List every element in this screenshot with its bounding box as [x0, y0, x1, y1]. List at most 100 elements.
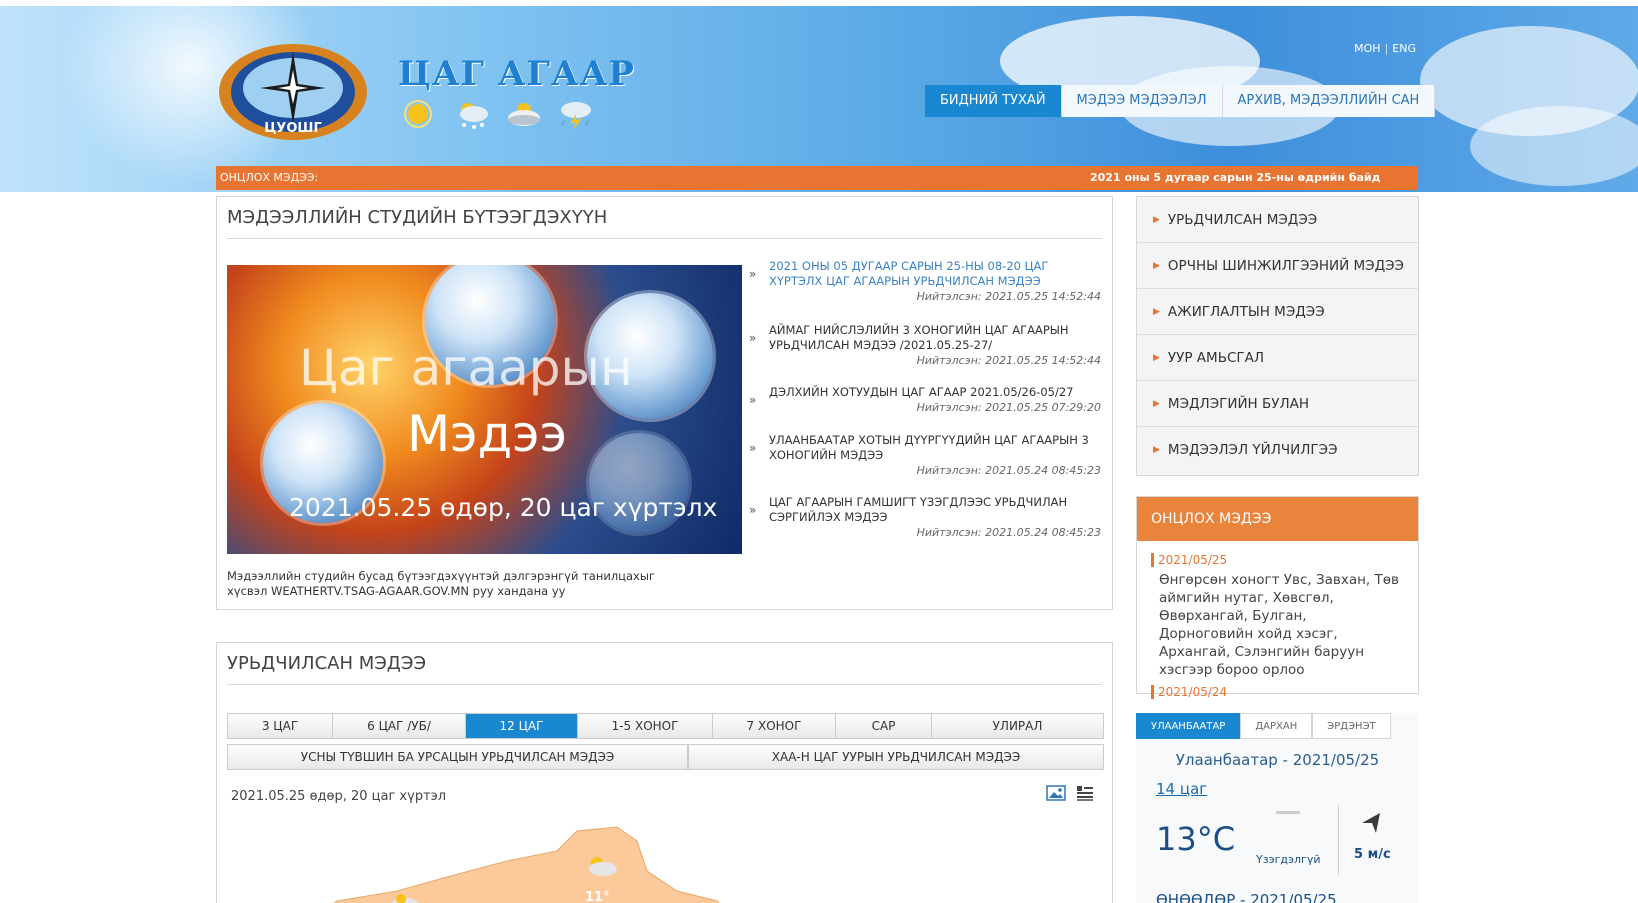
side-menu-climate[interactable]: ▶ УУР АМЬСГАЛ — [1137, 335, 1418, 381]
studio-video-thumbnail[interactable]: Цаг агаарын Мэдээ 2021.05.25 өдөр, 20 ца… — [227, 265, 742, 554]
city-tab-erdenet[interactable]: ЭРДЭНЭТ — [1312, 713, 1391, 739]
side-menu-knowledge[interactable]: ▶ МЭДЛЭГИЙН БУЛАН — [1137, 381, 1418, 427]
news-title[interactable]: ДЭЛХИЙН ХОТУУДЫН ЦАГ АГААР 2021.05/26-05… — [769, 385, 1101, 400]
news-item[interactable]: » ЦАГ АГААРЫН ГАМШИГТ ҮЗЭГДЛЭЭС УРЬДЧИЛА… — [749, 495, 1101, 543]
tab-1-5-day[interactable]: 1-5 ХОНОГ — [578, 714, 713, 738]
hot-news-title: ОНЦЛОХ МЭДЭЭ — [1137, 497, 1418, 541]
weather-icons-strip — [400, 98, 596, 130]
triangle-right-icon: ▶ — [1153, 399, 1160, 409]
view-toggle — [1046, 785, 1094, 805]
city-tabs: УЛААНБААТАР ДАРХАН ЭРДЭНЭТ — [1136, 713, 1419, 739]
studio-footer-line: Мэдээллийн студийн бусад бүтээгдэхүүнтэй… — [227, 569, 655, 583]
ticker-label: ОНЦЛОХ МЭДЭЭ: — [220, 171, 319, 184]
side-menu-services[interactable]: ▶ МЭДЭЭЛЭЛ ҮЙЛЧИЛГЭЭ — [1137, 427, 1418, 473]
news-meta: Нийтэлсэн: 2021.05.24 08:45:23 — [916, 526, 1101, 539]
forecast-map[interactable]: 11° — [277, 821, 1097, 903]
forecast-date: 2021.05.25 өдөр, 20 цаг хүртэл — [231, 789, 447, 804]
lang-mon-link[interactable]: МОН — [1354, 42, 1380, 55]
news-title[interactable]: ЦАГ АГААРЫН ГАМШИГТ ҮЗЭГДЛЭЭС УРЬДЧИЛАН … — [769, 495, 1101, 525]
thumbnail-title: Цаг агаарын — [299, 339, 633, 397]
triangle-right-icon: ▶ — [1153, 445, 1160, 455]
cloud-icon — [504, 98, 544, 130]
double-chevron-icon: » — [749, 441, 757, 455]
side-menu-forecast[interactable]: ▶ УРЬДЧИЛСАН МЭДЭЭ — [1137, 197, 1418, 243]
weather-condition: Үзэгдэлгүй — [1256, 853, 1321, 866]
news-meta: Нийтэлсэн: 2021.05.25 14:52:44 — [916, 354, 1101, 367]
double-chevron-icon: » — [749, 267, 757, 281]
side-menu-label: УУР АМЬСГАЛ — [1167, 350, 1264, 366]
tab-3-hour[interactable]: 3 ЦАГ — [228, 714, 333, 738]
tab-season[interactable]: УЛИРАЛ — [932, 714, 1103, 738]
news-item[interactable]: » УЛААНБААТАР ХОТЫН ДҮҮРГҮҮДИЙН ЦАГ АГАА… — [749, 433, 1101, 495]
site-logo[interactable]: ЦУОШГ — [216, 40, 370, 144]
no-phenomenon-icon — [1276, 811, 1300, 814]
triangle-right-icon: ▶ — [1153, 353, 1160, 363]
ticker-text[interactable]: 2021 оны 5 дугаар сарын 25-ны өдрийн бай… — [1090, 166, 1380, 190]
news-title[interactable]: 2021 ОНЫ 05 ДУГААР САРЫН 25-НЫ 08-20 ЦАГ… — [769, 259, 1101, 289]
triangle-right-icon: ▶ — [1153, 215, 1160, 225]
news-item[interactable]: » 2021 ОНЫ 05 ДУГААР САРЫН 25-НЫ 08-20 Ц… — [749, 259, 1101, 323]
side-menu-label: УРЬДЧИЛСАН МЭДЭЭ — [1167, 212, 1318, 228]
news-meta: Нийтэлсэн: 2021.05.25 14:52:44 — [916, 290, 1101, 303]
double-chevron-icon: » — [749, 503, 757, 517]
list-view-icon[interactable] — [1076, 785, 1094, 805]
site-title: ЦАГ АГААР — [398, 54, 635, 94]
nav-about[interactable]: БИДНИЙ ТУХАЙ — [925, 85, 1062, 117]
triangle-right-icon: ▶ — [1153, 307, 1160, 317]
studio-title: МЭДЭЭЛЛИЙН СТУДИЙН БҮТЭЭГДЭХҮҮН — [227, 207, 608, 228]
news-item[interactable]: » АЙМАГ НИЙСЛЭЛИЙН 3 ХОНОГИЙН ЦАГ АГААРЫ… — [749, 323, 1101, 385]
news-title[interactable]: УЛААНБААТАР ХОТЫН ДҮҮРГҮҮДИЙН ЦАГ АГААРЫ… — [769, 433, 1101, 463]
hour-link[interactable]: 14 цаг — [1156, 780, 1207, 798]
double-chevron-icon: » — [749, 331, 757, 345]
image-view-icon[interactable] — [1046, 785, 1066, 805]
svg-text:ЦУОШГ: ЦУОШГ — [264, 121, 321, 136]
side-menu-observation[interactable]: ▶ АЖИГЛАЛТЫН МЭДЭЭ — [1137, 289, 1418, 335]
lang-separator: | — [1384, 42, 1389, 55]
hot-news-panel: ОНЦЛОХ МЭДЭЭ 2021/05/25 Өнгөрсөн хоногт … — [1136, 496, 1419, 699]
nav-archive[interactable]: АРХИВ, МЭДЭЭЛЛИЙН САН — [1222, 85, 1436, 117]
tab-6-hour-ub[interactable]: 6 ЦАГ /УБ/ — [333, 714, 466, 738]
studio-news-list: » 2021 ОНЫ 05 ДУГААР САРЫН 25-НЫ 08-20 Ц… — [749, 259, 1101, 543]
double-chevron-icon: » — [749, 393, 757, 407]
lang-eng-link[interactable]: ENG — [1392, 42, 1416, 55]
temperature: 13°C — [1156, 820, 1236, 858]
divider — [227, 684, 1102, 685]
top-navigation: БИДНИЙ ТУХАЙ МЭДЭЭ МЭДЭЭЛЭЛ АРХИВ, МЭДЭЭ… — [925, 85, 1436, 117]
tab-water-level[interactable]: УСНЫ ТҮВШИН БА УРСАЦЫН УРЬДЧИЛСАН МЭДЭЭ — [227, 744, 688, 770]
hot-news-text[interactable]: Өнгөрсөн хоногт Увс, Завхан, Төв аймгийн… — [1137, 567, 1418, 679]
side-menu-label: МЭДЭЭЛЭЛ ҮЙЛЧИЛГЭЭ — [1167, 442, 1338, 458]
side-menu: ▶ УРЬДЧИЛСАН МЭДЭЭ ▶ ОРЧНЫ ШИНЖИЛГЭЭНИЙ МЭ… — [1136, 196, 1419, 476]
studio-footer-note: Мэдээллийн студийн бусад бүтээгдэхүүнтэй… — [227, 569, 655, 599]
thumbnail-date: 2021.05.25 өдөр, 20 цаг хүртэлх — [289, 493, 718, 522]
forecast-title: УРЬДЧИЛСАН МЭДЭЭ — [227, 653, 427, 674]
news-title[interactable]: АЙМАГ НИЙСЛЭЛИЙН 3 ХОНОГИЙН ЦАГ АГААРЫН … — [769, 323, 1101, 353]
tab-agriculture[interactable]: ХАА-Н ЦАГ УУРЫН УРЬДЧИЛСАН МЭДЭЭ — [688, 744, 1104, 770]
sun-icon — [400, 98, 440, 130]
studio-footer-link[interactable]: хүсвэл WEATHERTV.TSAG-AGAAR.GOV.MN руу х… — [227, 584, 655, 599]
thumbnail-subtitle: Мэдээ — [407, 405, 568, 463]
divider — [1338, 805, 1339, 875]
hot-news-date: 2021/05/24 — [1151, 685, 1418, 699]
language-switcher: МОН | ENG — [1354, 42, 1416, 55]
city-weather-widget: УЛААНБААТАР ДАРХАН ЭРДЭНЭТ Улаанбаатар -… — [1136, 713, 1419, 903]
news-meta: Нийтэлсэн: 2021.05.24 08:45:23 — [916, 464, 1101, 477]
wind-speed: 5 м/с — [1354, 847, 1391, 862]
cloud-snow-icon — [452, 98, 492, 130]
city-tab-ulaanbaatar[interactable]: УЛААНБААТАР — [1136, 713, 1241, 739]
side-menu-label: ОРЧНЫ ШИНЖИЛГЭЭНИЙ МЭДЭЭ — [1167, 258, 1404, 274]
news-item[interactable]: » ДЭЛХИЙН ХОТУУДЫН ЦАГ АГААР 2021.05/26-… — [749, 385, 1101, 433]
forecast-panel: УРЬДЧИЛСАН МЭДЭЭ 3 ЦАГ 6 ЦАГ /УБ/ 12 ЦАГ… — [216, 642, 1113, 903]
forecast-period-tabs: 3 ЦАГ 6 ЦАГ /УБ/ 12 ЦАГ 1-5 ХОНОГ 7 ХОНО… — [227, 713, 1104, 739]
side-menu-environment[interactable]: ▶ ОРЧНЫ ШИНЖИЛГЭЭНИЙ МЭДЭЭ — [1137, 243, 1418, 289]
studio-panel: МЭДЭЭЛЛИЙН СТУДИЙН БҮТЭЭГДЭХҮҮН Цаг агаа… — [216, 196, 1113, 610]
tab-7-day[interactable]: 7 ХОНОГ — [713, 714, 836, 738]
hot-news-date: 2021/05/25 — [1151, 553, 1418, 567]
city-date: Улаанбаатар - 2021/05/25 — [1175, 751, 1380, 769]
wind-direction-icon — [1362, 813, 1380, 833]
tab-month[interactable]: САР — [836, 714, 932, 738]
news-ticker: ОНЦЛОХ МЭДЭЭ: 2021 оны 5 дугаар сарын 25… — [216, 166, 1418, 190]
city-tab-darkhan[interactable]: ДАРХАН — [1240, 713, 1313, 739]
tab-12-hour[interactable]: 12 ЦАГ — [466, 714, 578, 738]
nav-news[interactable]: МЭДЭЭ МЭДЭЭЛЭЛ — [1061, 85, 1223, 117]
side-menu-label: МЭДЛЭГИЙН БУЛАН — [1167, 396, 1310, 412]
